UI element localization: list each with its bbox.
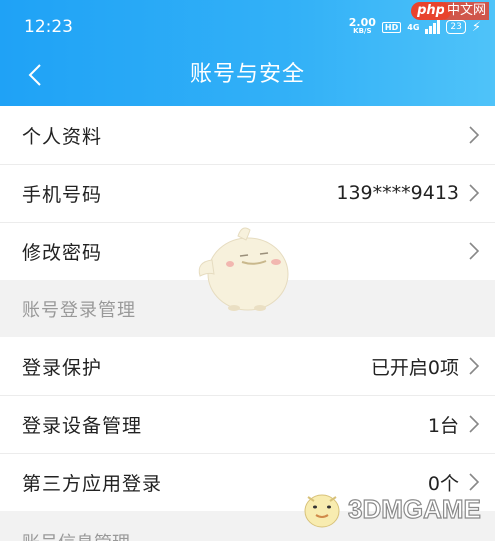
- row-device-management[interactable]: 登录设备管理 1台: [0, 395, 495, 453]
- 3dmgame-text: 3DMGAME: [347, 493, 481, 524]
- chevron-right-icon: [469, 357, 480, 375]
- header-bar: 12:23 2.00 KB/S HD 4G 23 ⚡ php 中文网 账号与安全: [0, 0, 495, 106]
- 3dmgame-watermark: 3DMGAME: [300, 487, 482, 531]
- charging-icon: ⚡: [471, 19, 481, 35]
- mascot-watermark-icon: [198, 227, 289, 311]
- settings-list: 个人资料 手机号码 139****9413 修改密码 账号登录管理 登录保护 已…: [0, 106, 495, 541]
- row-label: 登录保护: [22, 356, 103, 379]
- phone-value: 139****9413: [336, 182, 459, 204]
- signal-icon: [425, 20, 441, 34]
- row-phone[interactable]: 手机号码 139****9413: [0, 164, 495, 222]
- network-type: 4G: [407, 22, 420, 32]
- row-login-protection[interactable]: 登录保护 已开启0项: [0, 337, 495, 395]
- row-label: 个人资料: [22, 125, 103, 148]
- mascot-small-icon: [304, 494, 340, 528]
- row-profile[interactable]: 个人资料: [0, 106, 495, 164]
- row-value: 已开启0项: [370, 356, 459, 379]
- hd-icon: HD: [381, 21, 402, 33]
- php-cn-watermark: 中文网: [443, 2, 489, 20]
- chevron-right-icon: [469, 184, 480, 202]
- row-value: 1台: [427, 414, 459, 437]
- chevron-right-icon: [469, 126, 480, 144]
- chevron-right-icon: [469, 415, 480, 433]
- network-speed: 2.00 KB/S: [348, 16, 376, 36]
- row-label: 登录设备管理: [22, 414, 143, 437]
- page-title: 账号与安全: [189, 62, 305, 87]
- speed-value: 2.00: [348, 16, 376, 29]
- row-label: 手机号码: [22, 183, 103, 206]
- status-time: 12:23: [24, 17, 73, 37]
- speed-unit: KB/S: [353, 27, 372, 35]
- chevron-right-icon: [469, 242, 480, 260]
- battery-icon: 23: [446, 20, 466, 34]
